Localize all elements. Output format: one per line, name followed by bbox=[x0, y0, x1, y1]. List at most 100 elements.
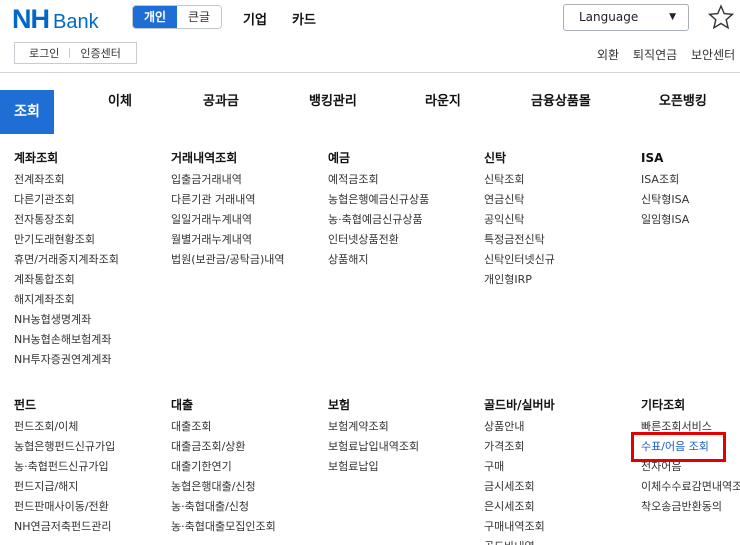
toggle-personal[interactable]: 개인 bbox=[133, 6, 177, 28]
link-pension[interactable]: 퇴직연금 bbox=[633, 46, 677, 63]
menu-item[interactable]: 가격조회 bbox=[484, 437, 634, 457]
chevron-down-icon: ▼ bbox=[669, 12, 676, 22]
link-business[interactable]: 기업 bbox=[243, 9, 267, 28]
menu-heading[interactable]: 신탁 bbox=[484, 150, 634, 170]
menu-item[interactable]: NH연금저축펀드관리 bbox=[14, 517, 164, 537]
menu-item[interactable]: 대출기한연기 bbox=[171, 457, 321, 477]
menu-item[interactable]: 전계좌조회 bbox=[14, 170, 164, 190]
menu-col-insurance: 보험 보험계약조회 보험료납입내역조회 보험료납입 bbox=[328, 397, 478, 477]
menu-item[interactable]: 공익신탁 bbox=[484, 210, 634, 230]
menu-col-accounts: 계좌조회 전계좌조회 다른기관조회 전자통장조회 만기도래현황조회 휴면/거래중… bbox=[14, 150, 164, 370]
menu-heading[interactable]: 보험 bbox=[328, 397, 478, 417]
menu-item[interactable]: 입출금거래내역 bbox=[171, 170, 321, 190]
menu-col-gold-silver: 골드바/실버바 상품안내 가격조회 구매 금시세조회 은시세조회 구매내역조회 … bbox=[484, 397, 634, 545]
menu-item[interactable]: 휴면/거래중지계좌조회 bbox=[14, 250, 164, 270]
auth-box: 로그인 인증센터 bbox=[14, 42, 137, 64]
menu-item[interactable]: 펀드지급/해지 bbox=[14, 477, 164, 497]
menu-item[interactable]: 농·축협펀드신규가입 bbox=[14, 457, 164, 477]
menu-item[interactable]: 대출금조회/상환 bbox=[171, 437, 321, 457]
cert-center-link[interactable]: 인증센터 bbox=[70, 45, 120, 61]
menu-item[interactable]: 개인형IRP bbox=[484, 270, 634, 290]
menu-item[interactable]: NH농협손해보험계좌 bbox=[14, 330, 164, 350]
menu-item[interactable]: 월별거래누계내역 bbox=[171, 230, 321, 250]
nav-transfer[interactable]: 이체 bbox=[108, 90, 132, 109]
menu-item[interactable]: 다른기관조회 bbox=[14, 190, 164, 210]
menu-item[interactable]: 구매내역조회 bbox=[484, 517, 634, 537]
menu-item[interactable]: 골드바내역 bbox=[484, 537, 634, 545]
menu-col-funds: 펀드 펀드조회/이체 농협은행펀드신규가입 농·축협펀드신규가입 펀드지급/해지… bbox=[14, 397, 164, 537]
nh-bank-logo[interactable]: NH Bank bbox=[12, 4, 99, 34]
menu-heading[interactable]: 대출 bbox=[171, 397, 321, 417]
personal-largefont-toggle: 개인 큰글 bbox=[132, 5, 222, 29]
menu-item[interactable]: 신탁형ISA bbox=[641, 190, 740, 210]
language-select[interactable]: Language ▼ bbox=[563, 4, 689, 31]
nav-lounge[interactable]: 라운지 bbox=[425, 90, 461, 109]
menu-item[interactable]: 다른기관 거래내역 bbox=[171, 190, 321, 210]
menu-item[interactable]: 펀드조회/이체 bbox=[14, 417, 164, 437]
menu-item[interactable]: 상품안내 bbox=[484, 417, 634, 437]
menu-item[interactable]: 농협은행예금신규상품 bbox=[328, 190, 478, 210]
menu-item[interactable]: 전자통장조회 bbox=[14, 210, 164, 230]
menu-item[interactable]: 신탁조회 bbox=[484, 170, 634, 190]
login-link[interactable]: 로그인 bbox=[15, 45, 59, 61]
menu-item[interactable]: 농협은행펀드신규가입 bbox=[14, 437, 164, 457]
menu-item[interactable]: 농·축협대출모집인조회 bbox=[171, 517, 321, 537]
menu-item[interactable]: 보험료납입 bbox=[328, 457, 478, 477]
menu-item[interactable]: 은시세조회 bbox=[484, 497, 634, 517]
link-forex[interactable]: 외환 bbox=[597, 46, 619, 63]
link-security-center[interactable]: 보안센터 bbox=[691, 46, 735, 63]
menu-item[interactable]: 구매 bbox=[484, 457, 634, 477]
nav-inquiry[interactable]: 조회 bbox=[0, 90, 54, 134]
menu-item[interactable]: 보험계약조회 bbox=[328, 417, 478, 437]
top-bar: NH Bank 개인 큰글 기업 카드 Language ▼ bbox=[0, 0, 740, 36]
menu-item[interactable]: 일임형ISA bbox=[641, 210, 740, 230]
menu-item[interactable]: 법원(보관금/공탁금)내역 bbox=[171, 250, 321, 270]
nav-open-banking[interactable]: 오픈뱅킹 bbox=[659, 90, 707, 109]
menu-col-isa: ISA ISA조회 신탁형ISA 일임형ISA bbox=[641, 150, 740, 230]
menu-item[interactable]: 펀드판매사이동/전환 bbox=[14, 497, 164, 517]
menu-heading[interactable]: 펀드 bbox=[14, 397, 164, 417]
nav-banking-management[interactable]: 뱅킹관리 bbox=[309, 90, 357, 109]
menu-item[interactable]: 인터넷상품전환 bbox=[328, 230, 478, 250]
menu-heading[interactable]: ISA bbox=[641, 150, 740, 170]
menu-item[interactable]: 농·축협예금신규상품 bbox=[328, 210, 478, 230]
menu-col-trust: 신탁 신탁조회 연금신탁 공익신탁 특정금전신탁 신탁인터넷신규 개인형IRP bbox=[484, 150, 634, 290]
menu-item[interactable]: 특정금전신탁 bbox=[484, 230, 634, 250]
menu-heading[interactable]: 기타조회 bbox=[641, 397, 740, 417]
menu-item[interactable]: 신탁인터넷신규 bbox=[484, 250, 634, 270]
menu-item[interactable]: 일일거래누계내역 bbox=[171, 210, 321, 230]
menu-item[interactable]: NH투자증권연계계좌 bbox=[14, 350, 164, 370]
menu-heading[interactable]: 골드바/실버바 bbox=[484, 397, 634, 417]
language-label: Language bbox=[579, 10, 639, 24]
nav-financial-mall[interactable]: 금융상품몰 bbox=[531, 90, 591, 109]
menu-item[interactable]: 예적금조회 bbox=[328, 170, 478, 190]
menu-item[interactable]: 상품해지 bbox=[328, 250, 478, 270]
menu-item[interactable]: 만기도래현황조회 bbox=[14, 230, 164, 250]
menu-item[interactable]: ISA조회 bbox=[641, 170, 740, 190]
link-card[interactable]: 카드 bbox=[292, 9, 316, 28]
menu-col-loans: 대출 대출조회 대출금조회/상환 대출기한연기 농협은행대출/신청 농·축협대출… bbox=[171, 397, 321, 537]
menu-heading[interactable]: 거래내역조회 bbox=[171, 150, 321, 170]
nav-utility-bills[interactable]: 공과금 bbox=[203, 90, 239, 109]
menu-item[interactable]: 이체수수료감면내역조회 bbox=[641, 477, 740, 497]
menu-col-deposits: 예금 예적금조회 농협은행예금신규상품 농·축협예금신규상품 인터넷상품전환 상… bbox=[328, 150, 478, 270]
logo-nh: NH bbox=[12, 4, 50, 34]
menu-item[interactable]: 착오송금반환동의 bbox=[641, 497, 740, 517]
menu-item[interactable]: 대출조회 bbox=[171, 417, 321, 437]
menu-item[interactable]: 농협은행대출/신청 bbox=[171, 477, 321, 497]
toggle-large-font[interactable]: 큰글 bbox=[177, 6, 221, 28]
menu-item[interactable]: 계좌통합조회 bbox=[14, 270, 164, 290]
menu-heading[interactable]: 계좌조회 bbox=[14, 150, 164, 170]
highlight-box bbox=[631, 432, 726, 462]
menu-item[interactable]: 농·축협대출/신청 bbox=[171, 497, 321, 517]
menu-item[interactable]: NH농협생명계좌 bbox=[14, 310, 164, 330]
logo-bank: Bank bbox=[53, 11, 99, 33]
header-divider bbox=[0, 72, 740, 73]
menu-heading[interactable]: 예금 bbox=[328, 150, 478, 170]
menu-col-transactions: 거래내역조회 입출금거래내역 다른기관 거래내역 일일거래누계내역 월별거래누계… bbox=[171, 150, 321, 270]
menu-item[interactable]: 해지계좌조회 bbox=[14, 290, 164, 310]
menu-item[interactable]: 보험료납입내역조회 bbox=[328, 437, 478, 457]
menu-item[interactable]: 금시세조회 bbox=[484, 477, 634, 497]
star-icon[interactable] bbox=[708, 4, 734, 30]
menu-item[interactable]: 연금신탁 bbox=[484, 190, 634, 210]
